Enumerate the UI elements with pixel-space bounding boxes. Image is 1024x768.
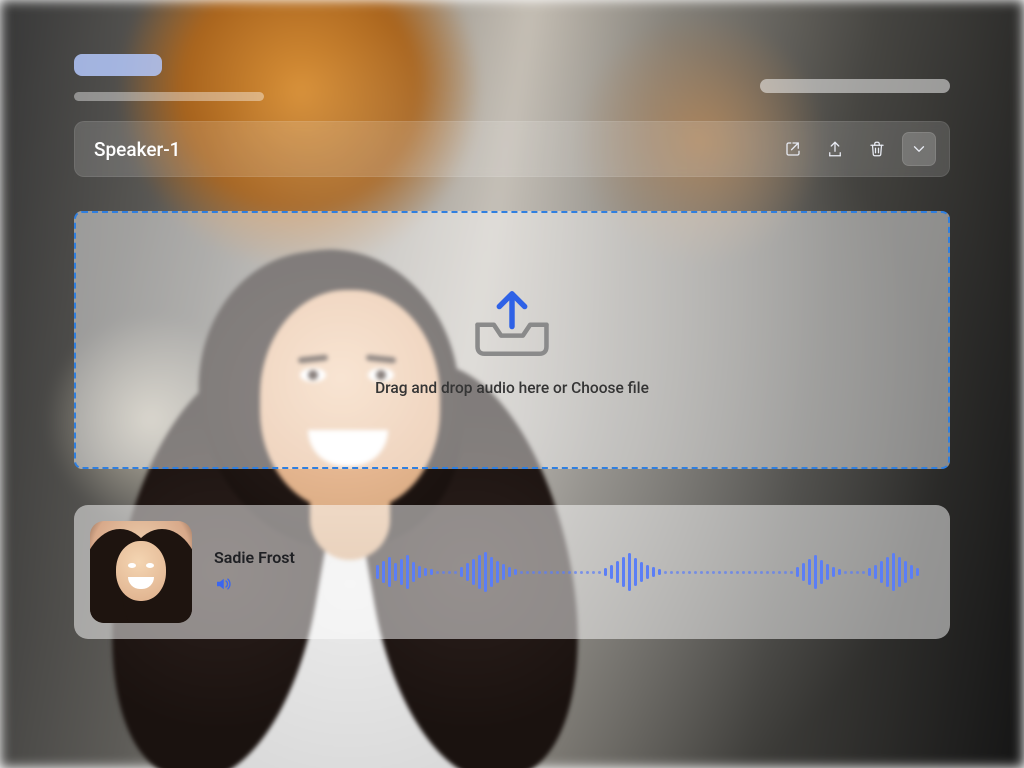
speaker-name: Sadie Frost [214,548,354,567]
upload-icon [826,140,844,158]
avatar [90,521,192,623]
audio-dropzone[interactable]: Drag and drop audio here or Choose file [74,211,950,469]
waveform[interactable] [376,549,926,595]
chevron-down-icon [910,140,928,158]
delete-button[interactable] [860,132,894,166]
subtitle-placeholder [74,92,264,101]
edit-icon [784,140,802,158]
share-button[interactable] [818,132,852,166]
audio-card: Sadie Frost [74,505,950,639]
upload-tray-icon [466,283,558,361]
edit-button[interactable] [776,132,810,166]
toolbar-placeholder [760,79,950,93]
speaker-header: Speaker-1 [74,121,950,177]
trash-icon [868,140,886,158]
expand-button[interactable] [902,132,936,166]
speaker-sound-icon [214,575,232,593]
dropzone-label: Drag and drop audio here or Choose file [375,379,649,397]
play-audio-button[interactable] [214,575,354,597]
tag-placeholder [74,54,162,76]
speaker-title: Speaker-1 [94,138,776,161]
